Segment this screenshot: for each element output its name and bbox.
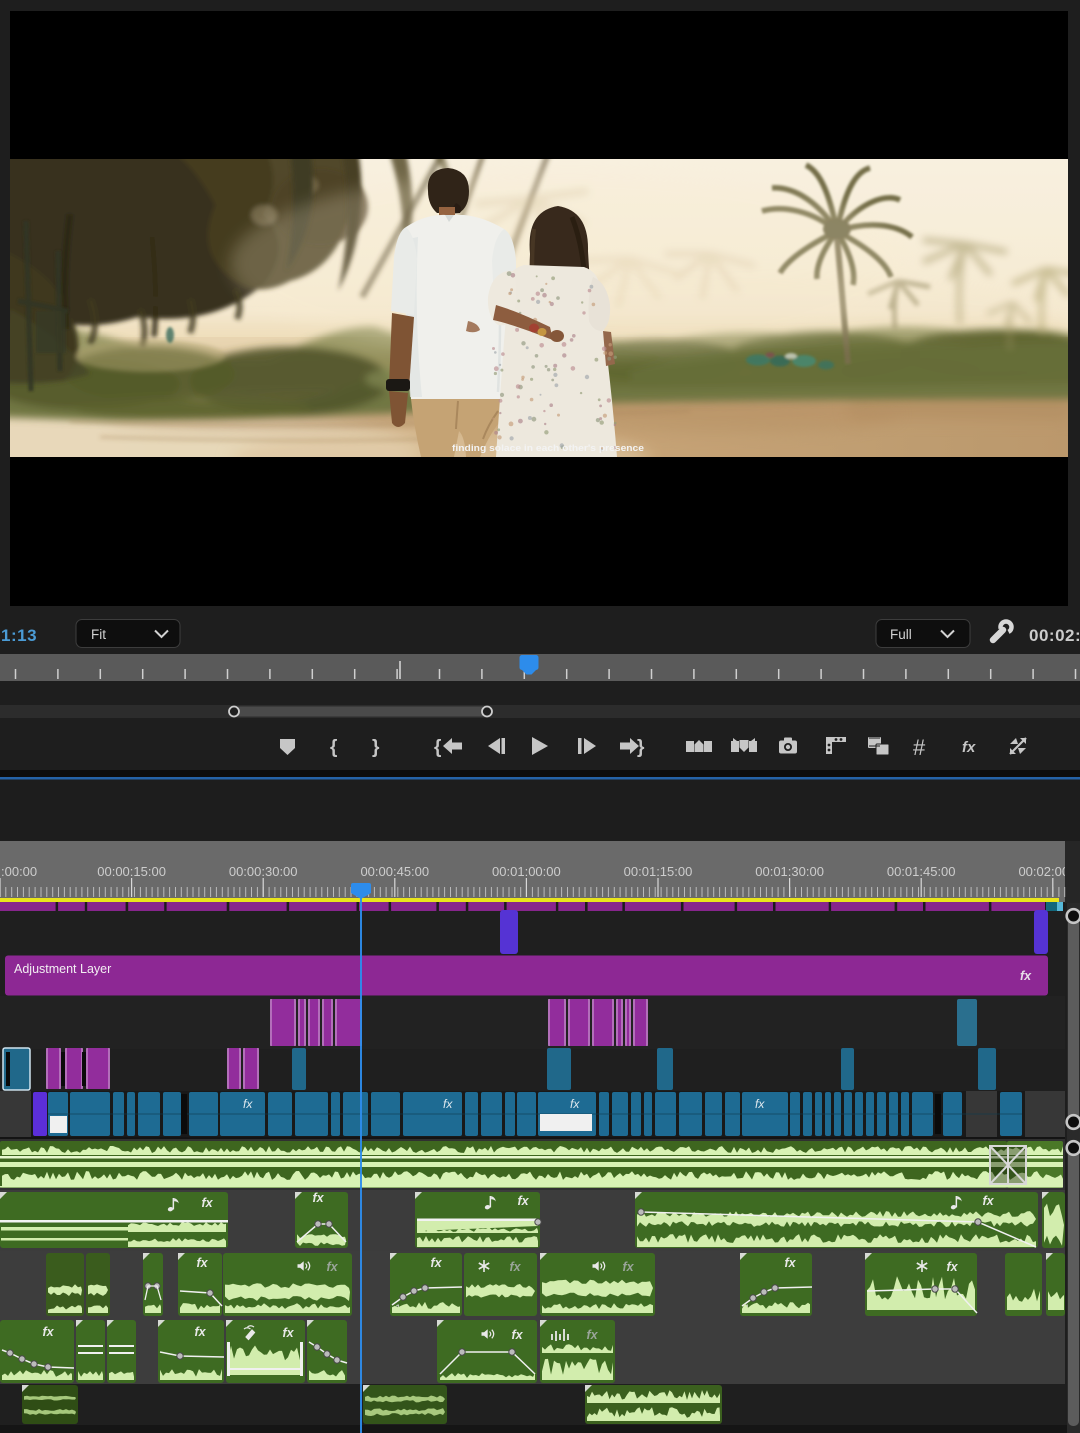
svg-text:fx: fx (755, 1097, 765, 1111)
svg-text:fx: fx (243, 1097, 253, 1111)
svg-text:fx: fx (570, 1097, 580, 1111)
svg-text:00:01:45:00: 00:01:45:00 (887, 864, 956, 879)
svg-text:fx: fx (194, 1325, 206, 1339)
svg-text:fx: fx (982, 1194, 994, 1208)
svg-text:00:02:: 00:02: (1029, 626, 1080, 645)
svg-text:00:00:15:00: 00:00:15:00 (97, 864, 166, 879)
svg-text:fx: fx (622, 1260, 634, 1274)
svg-text:fx: fx (946, 1260, 958, 1274)
svg-text:#: # (913, 735, 926, 760)
svg-text:}: } (637, 737, 645, 758)
svg-text::00:00: :00:00 (1, 864, 37, 879)
svg-text:00:01:00:00: 00:01:00:00 (492, 864, 561, 879)
svg-text:fx: fx (430, 1256, 442, 1270)
svg-text:fx: fx (201, 1196, 213, 1210)
svg-text:{: { (434, 737, 441, 758)
svg-text:00:00:30:00: 00:00:30:00 (229, 864, 298, 879)
svg-text:fx: fx (511, 1328, 523, 1342)
svg-text:00:00:45:00: 00:00:45:00 (360, 864, 429, 879)
svg-text:Adjustment Layer: Adjustment Layer (14, 962, 111, 976)
svg-text:fx: fx (1020, 969, 1032, 983)
svg-text:1:13: 1:13 (1, 626, 37, 645)
svg-text:fx: fx (443, 1097, 453, 1111)
svg-text:finding solace in each other's: finding solace in each other's presence (452, 443, 644, 454)
svg-text:fx: fx (42, 1325, 54, 1339)
svg-text:Full: Full (890, 627, 912, 642)
svg-text:fx: fx (962, 739, 976, 756)
svg-text:00:01:30:00: 00:01:30:00 (755, 864, 824, 879)
svg-text:}: } (372, 737, 380, 758)
svg-text:00:01:15:00: 00:01:15:00 (624, 864, 693, 879)
svg-text:fx: fx (517, 1194, 529, 1208)
svg-text:fx: fx (784, 1256, 796, 1270)
svg-text:fx: fx (509, 1260, 521, 1274)
svg-text:Fit: Fit (91, 627, 106, 642)
svg-text:{: { (330, 737, 337, 758)
svg-text:fx: fx (282, 1326, 294, 1340)
svg-text:fx: fx (326, 1260, 338, 1274)
svg-text:fx: fx (312, 1191, 324, 1205)
svg-text:fx: fx (586, 1328, 598, 1342)
svg-text:fx: fx (196, 1256, 208, 1270)
